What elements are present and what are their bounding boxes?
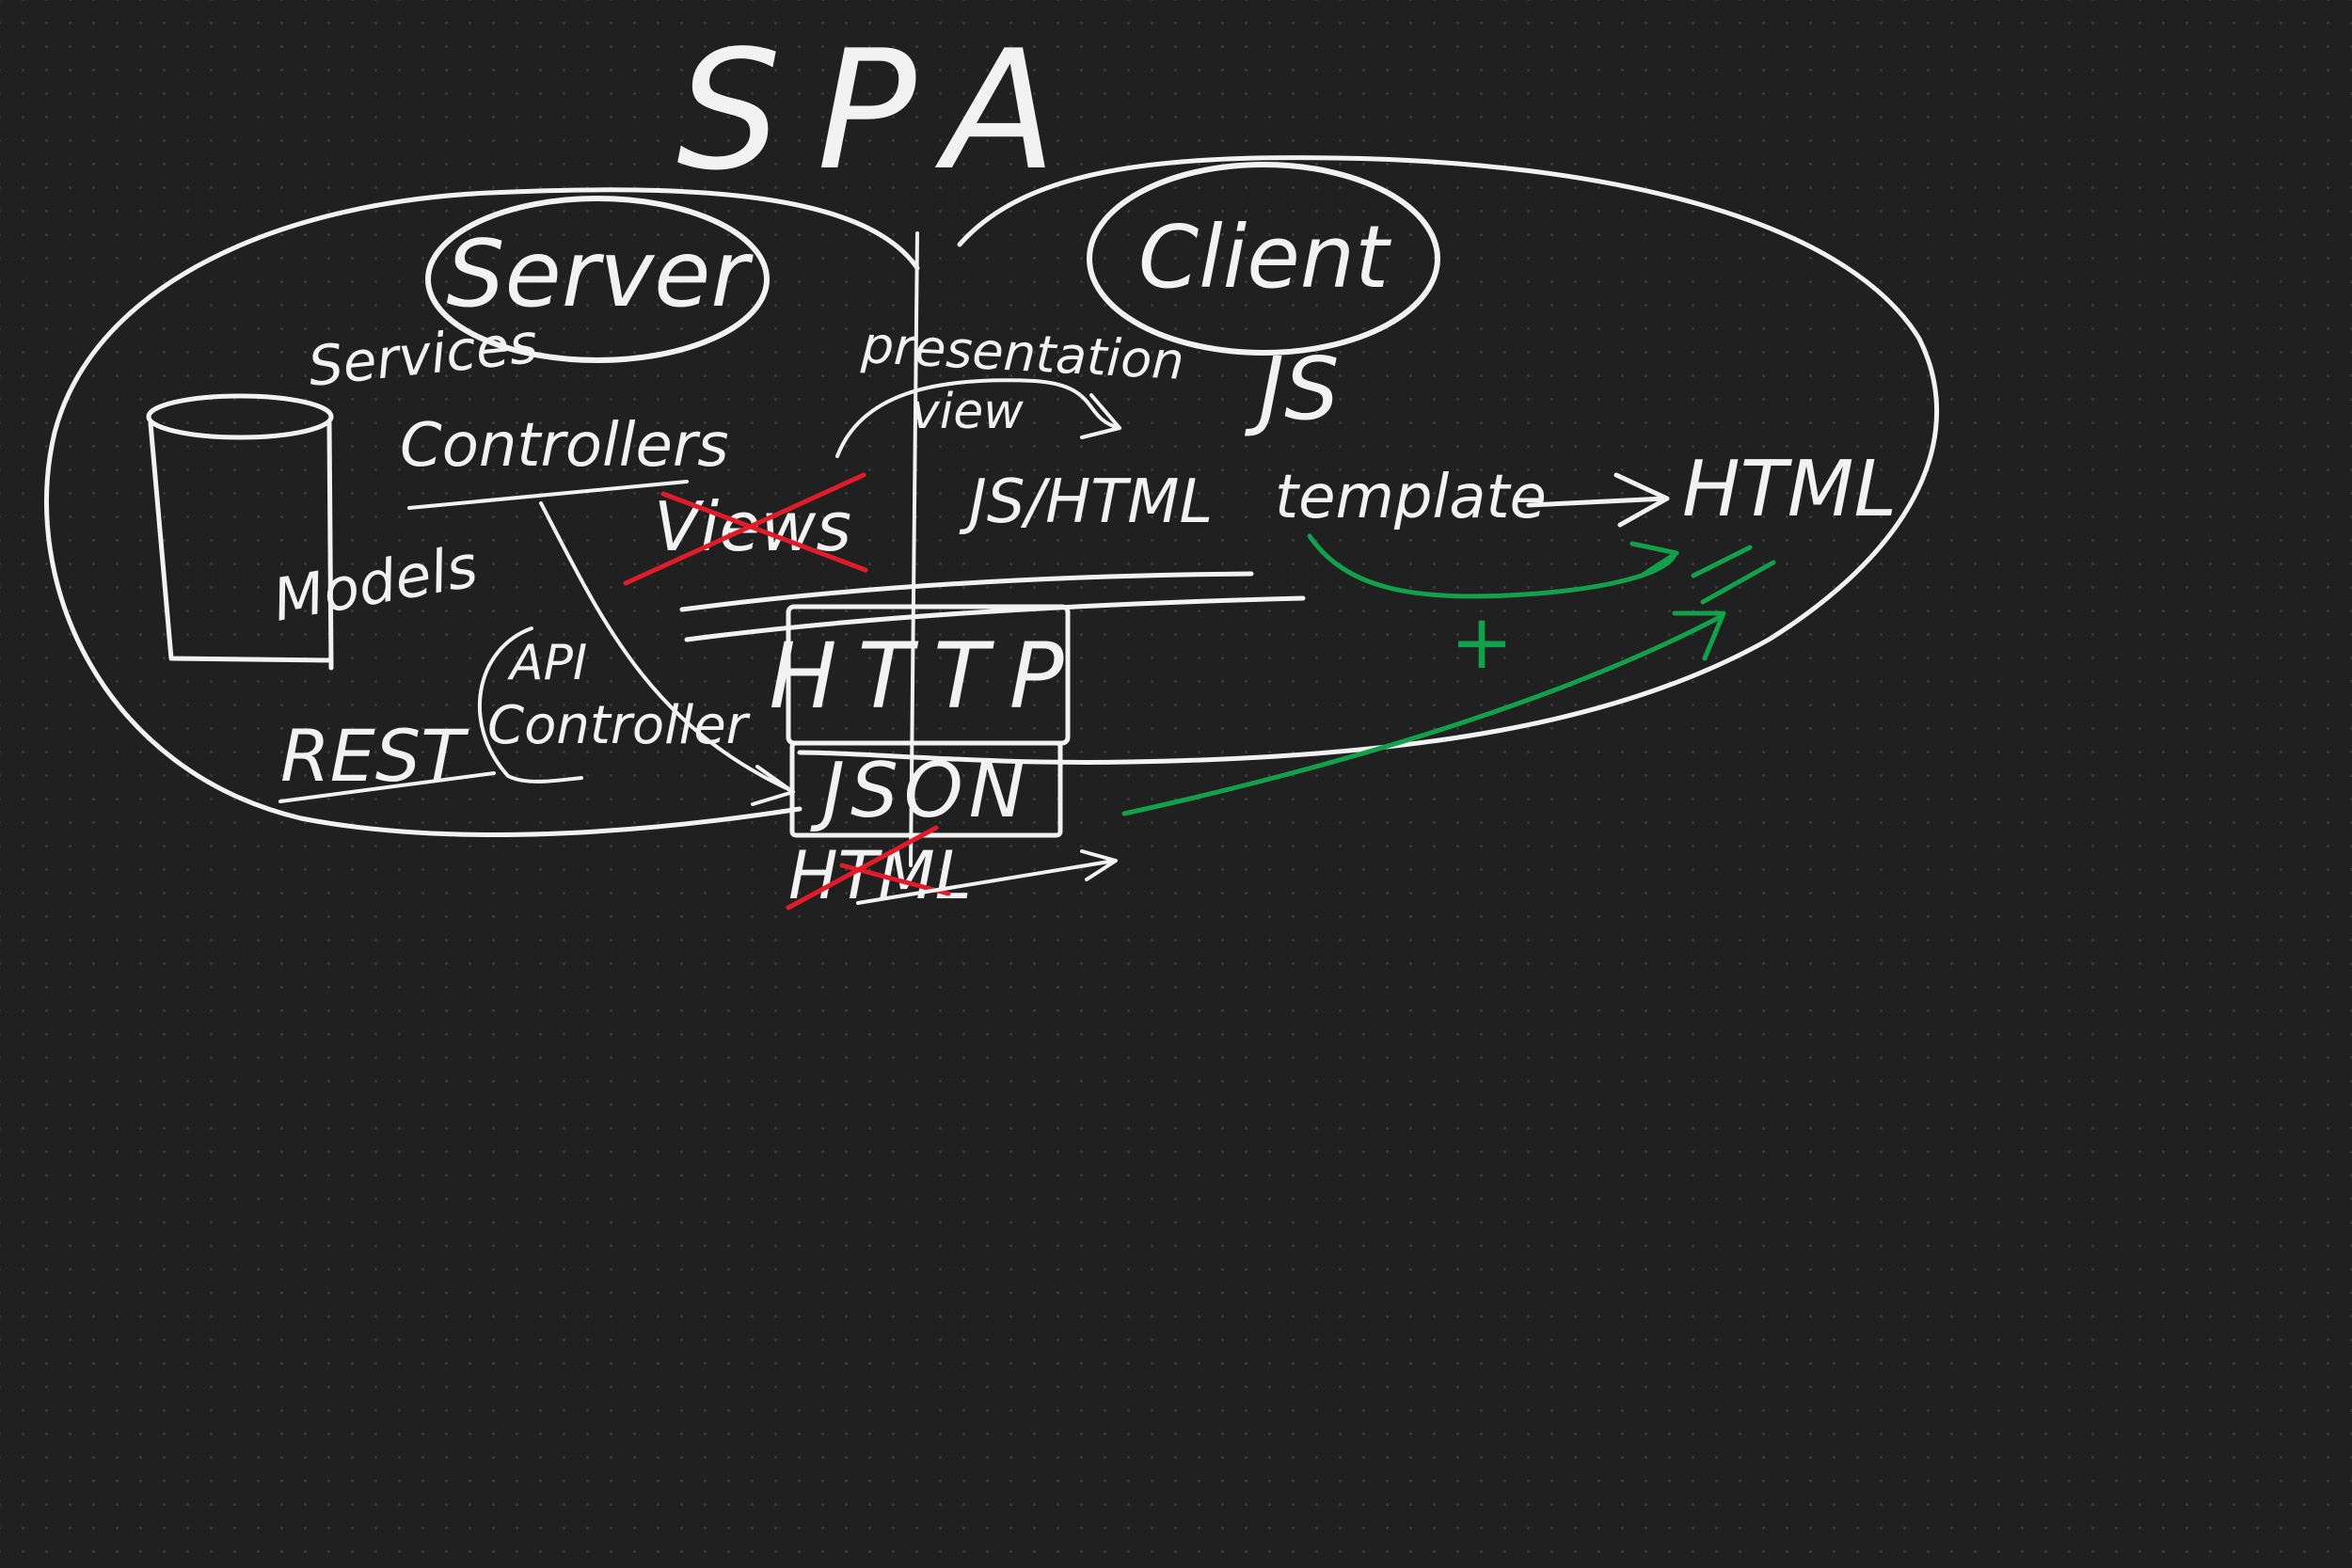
equals-sign — [1691, 545, 1776, 605]
server-label: Server — [446, 221, 754, 328]
api-label: API — [507, 635, 587, 691]
models-label: Models — [268, 531, 483, 635]
json-to-html-arrow — [1121, 610, 1726, 816]
view-label: view — [911, 384, 1024, 440]
rest-label: REST — [280, 714, 469, 798]
whiteboard-canvas: SPA Server Client Services Controllers M… — [0, 0, 2352, 1568]
client-label: Client — [1138, 207, 1391, 308]
js-label: JS — [1244, 339, 1340, 439]
json-label: JSON — [809, 747, 1030, 834]
http-label: HTTP — [769, 624, 1084, 729]
html-output-label: HTML — [1682, 445, 1897, 534]
diagram: SPA Server Client Services Controllers M… — [44, 16, 1940, 914]
js-html-label: JS/HTML — [959, 467, 1213, 537]
template-plus-arrow — [1307, 533, 1679, 599]
template-label: template — [1275, 463, 1547, 532]
controller-label: Controller — [487, 695, 751, 756]
services-label: Services — [305, 311, 540, 399]
controllers-label: Controllers — [400, 411, 729, 481]
controllers-underline — [407, 480, 689, 510]
plus-sign: + — [1450, 598, 1513, 686]
title-spa: SPA — [676, 16, 1092, 207]
template-to-html-arrow — [1526, 472, 1670, 528]
